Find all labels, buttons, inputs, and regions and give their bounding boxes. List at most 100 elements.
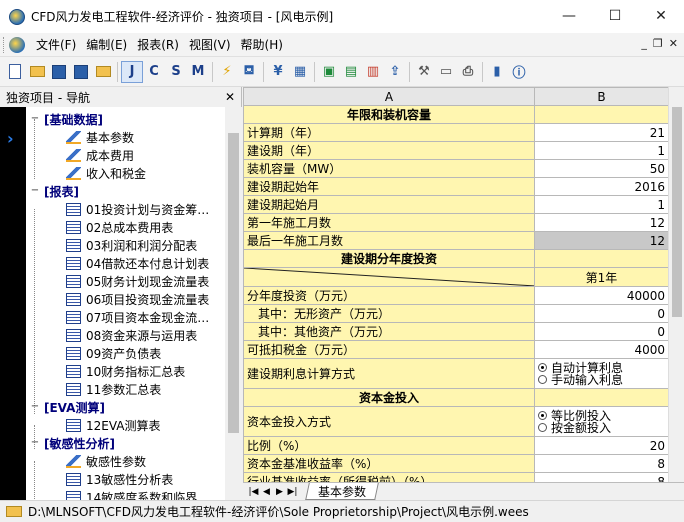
radio-manual-interest[interactable]: 手动输入利息	[538, 374, 665, 386]
value-cell[interactable]: 4000	[534, 340, 669, 359]
m-mode-button[interactable]: M	[187, 61, 209, 83]
excel-report-button[interactable]: ▤	[340, 61, 362, 83]
row-label: 建设期起始月	[243, 195, 535, 214]
save-as-button[interactable]	[70, 61, 92, 83]
radio-checked-icon	[538, 363, 547, 372]
tree-group-reports[interactable]: − [报表]	[30, 182, 79, 200]
info-icon: ⓘ	[512, 66, 526, 81]
pen-icon	[66, 454, 81, 468]
clean-button[interactable]: ⛾	[238, 61, 260, 83]
new-file-button[interactable]	[4, 61, 26, 83]
tree-item-report-03[interactable]: 03利润和利润分配表	[66, 236, 197, 254]
j-mode-button[interactable]: J	[121, 60, 143, 83]
value-cell[interactable]: 12	[534, 213, 669, 232]
calculator-button[interactable]: ▦	[289, 61, 311, 83]
chart-button[interactable]: ▥	[362, 61, 384, 83]
menu-edit[interactable]: 编制(E)	[81, 36, 132, 53]
value-cell[interactable]: 20	[534, 436, 669, 455]
tree-item-report-13[interactable]: 13敏感性分析表	[66, 470, 173, 488]
menu-file[interactable]: 文件(F)	[31, 36, 81, 53]
print-button[interactable]: ⎙	[457, 61, 479, 83]
tree-item-income-tax[interactable]: 收入和税金	[66, 164, 146, 182]
lightning-icon: ⚡	[222, 64, 232, 79]
sheet-vertical-scrollbar[interactable]	[668, 87, 684, 482]
tree-item-report-14[interactable]: 14敏感度系数和临界…	[66, 488, 209, 500]
open-folder-button[interactable]	[26, 61, 48, 83]
tree-group-basic-data[interactable]: − [基础数据]	[30, 110, 103, 128]
print-preview-icon: ▭	[439, 64, 453, 79]
menu-bar: 文件(F) 编制(E) 报表(R) 视图(V) 帮助(H) _ ❐ ✕	[0, 33, 684, 57]
tree-item-cost[interactable]: 成本费用	[66, 146, 134, 164]
tree-group-sensitivity[interactable]: − [敏感性分析]	[30, 434, 115, 452]
value-cell[interactable]: 8	[534, 472, 669, 482]
tab-prev-button[interactable]: ◀	[260, 487, 273, 497]
mdi-minimize-button[interactable]: _	[641, 37, 647, 50]
tree-group-eva[interactable]: − [EVA测算]	[30, 398, 105, 416]
tree-item-report-02[interactable]: 02总成本费用表	[66, 218, 173, 236]
sheet-tab-basic-params[interactable]: 基本参数	[305, 483, 379, 500]
tree-item-sensitivity-params[interactable]: 敏感性参数	[66, 452, 146, 470]
tree-item-report-10[interactable]: 10财务指标汇总表	[66, 362, 185, 380]
value-cell[interactable]: 0	[534, 322, 669, 341]
menu-report[interactable]: 报表(R)	[132, 36, 184, 53]
nav-scrollbar[interactable]	[225, 107, 242, 500]
tree-item-report-08[interactable]: 08资金来源与运用表	[66, 326, 197, 344]
save-button[interactable]	[48, 61, 70, 83]
close-button[interactable]: ✕	[638, 0, 684, 31]
export-folder-button[interactable]	[92, 61, 114, 83]
radio-proportional[interactable]: 等比例投入	[538, 410, 665, 422]
tree-item-report-07[interactable]: 07项目资本金现金流…	[66, 308, 209, 326]
collapse-toggle-icon[interactable]: −	[30, 114, 40, 124]
tree-item-report-12[interactable]: 12EVA测算表	[66, 416, 161, 434]
column-header-a[interactable]: A	[243, 87, 535, 106]
value-cell[interactable]: 2016	[534, 177, 669, 196]
document-logo-icon[interactable]	[9, 36, 25, 53]
value-cell[interactable]: 50	[534, 159, 669, 178]
tools-button[interactable]: ⚒	[413, 61, 435, 83]
tab-first-button[interactable]: |◀	[247, 487, 260, 497]
calculate-button[interactable]: ⚡	[216, 61, 238, 83]
value-cell[interactable]: 1	[534, 195, 669, 214]
tree-item-report-06[interactable]: 06项目投资现金流量表	[66, 290, 209, 308]
pen-icon	[66, 148, 81, 162]
help-book-button[interactable]: ▮	[486, 61, 508, 83]
print-preview-button[interactable]: ▭	[435, 61, 457, 83]
collapse-toggle-icon[interactable]: −	[30, 402, 40, 412]
nav-scroll-thumb[interactable]	[228, 133, 239, 433]
minimize-button[interactable]: —	[546, 0, 592, 31]
tree-item-basic-params[interactable]: 基本参数	[66, 128, 134, 146]
share-button[interactable]: ⇪	[384, 61, 406, 83]
tree-item-report-11[interactable]: 11参数汇总表	[66, 380, 161, 398]
tree-item-report-05[interactable]: 05财务计划现金流量表	[66, 272, 209, 290]
nav-side-strip[interactable]: ›	[0, 107, 26, 500]
tree-item-report-01[interactable]: 01投资计划与资金筹…	[66, 200, 209, 218]
column-header-b[interactable]: B	[534, 87, 669, 106]
tab-next-button[interactable]: ▶	[273, 487, 286, 497]
value-cell[interactable]: 21	[534, 123, 669, 142]
value-cell[interactable]: 8	[534, 454, 669, 473]
maximize-button[interactable]: ☐	[592, 0, 638, 31]
radio-by-amount[interactable]: 按金额投入	[538, 422, 665, 434]
value-cell[interactable]: 40000	[534, 286, 669, 305]
value-cell[interactable]: 0	[534, 304, 669, 323]
radio-auto-interest[interactable]: 自动计算利息	[538, 362, 665, 374]
tab-last-button[interactable]: ▶|	[286, 487, 299, 497]
menu-view[interactable]: 视图(V)	[184, 36, 236, 53]
section-row: 年限和装机容量	[243, 105, 669, 124]
sheet-scroll-thumb[interactable]	[672, 107, 682, 317]
value-cell[interactable]: 1	[534, 141, 669, 160]
menu-help[interactable]: 帮助(H)	[236, 36, 288, 53]
mdi-close-button[interactable]: ✕	[669, 37, 678, 50]
nav-close-button[interactable]: ✕	[225, 90, 235, 104]
tree-item-report-04[interactable]: 04借款还本付息计划表	[66, 254, 209, 272]
collapse-toggle-icon[interactable]: −	[30, 186, 40, 196]
bar-chart-icon: ▥	[366, 64, 380, 79]
c-mode-button[interactable]: C	[143, 61, 165, 83]
currency-button[interactable]: ¥	[267, 61, 289, 83]
excel-export-button[interactable]: ▣	[318, 61, 340, 83]
mdi-restore-button[interactable]: ❐	[653, 37, 663, 50]
tree-item-report-09[interactable]: 09资产负债表	[66, 344, 161, 362]
s-mode-button[interactable]: S	[165, 61, 187, 83]
about-button[interactable]: ⓘ	[508, 61, 530, 83]
collapse-toggle-icon[interactable]: −	[30, 438, 40, 448]
